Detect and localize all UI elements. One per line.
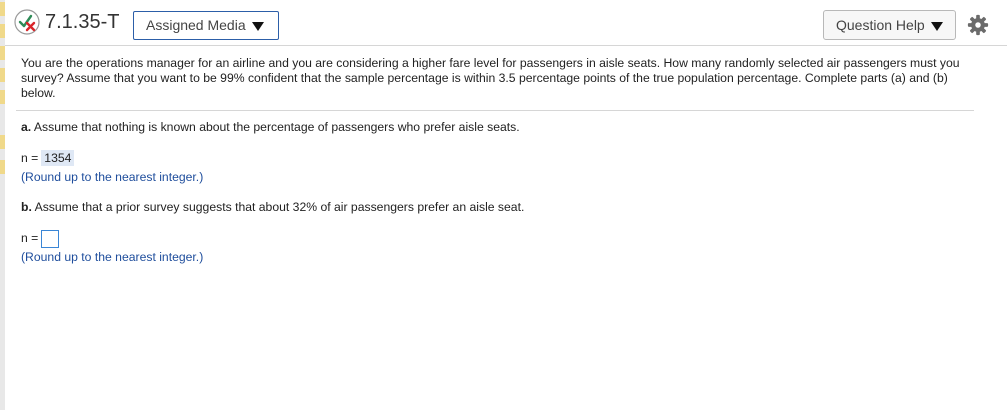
part-b-text: Assume that a prior survey suggests that… [34,200,525,214]
strip-segment [0,90,5,104]
question-id: 7.1.35-T [45,11,120,33]
question-header: 7.1.35-T Assigned Media Question Help [5,0,1007,46]
problem-text: You are the operations manager for an ai… [21,56,960,100]
question-help-label: Question Help [836,17,925,33]
part-b-label: b. [21,200,32,214]
section-divider [16,110,974,111]
left-edge-strip [0,0,5,410]
caret-down-icon [930,22,943,31]
strip-segment [0,135,5,149]
caret-down-icon [251,22,264,31]
part-a-hint: (Round up to the nearest integer.) [21,170,204,184]
partial-credit-status-icon [14,9,40,35]
part-a-label: a. [21,120,32,134]
strip-segment [0,46,5,60]
problem-statement: You are the operations manager for an ai… [21,56,976,101]
part-b-prompt: b. Assume that a prior survey suggests t… [21,200,524,214]
strip-segment [0,160,5,174]
part-a-text: Assume that nothing is known about the p… [33,120,520,134]
part-a-answer-row: n = 1354 [21,150,75,166]
part-b-answer-prefix: n = [21,231,39,245]
gear-icon[interactable] [967,14,989,36]
part-b-answer-input[interactable] [41,229,60,248]
assigned-media-label: Assigned Media [146,17,246,33]
part-a-prompt: a. Assume that nothing is known about th… [21,120,520,134]
question-help-dropdown[interactable]: Question Help [823,10,956,40]
assigned-media-dropdown[interactable]: Assigned Media [133,11,279,40]
part-b-hint: (Round up to the nearest integer.) [21,250,204,264]
part-b-answer-row: n = [21,229,60,248]
part-a-answer-prefix: n = [21,151,39,165]
strip-segment [0,68,5,82]
part-a-answer-field[interactable]: 1354 [41,150,75,166]
